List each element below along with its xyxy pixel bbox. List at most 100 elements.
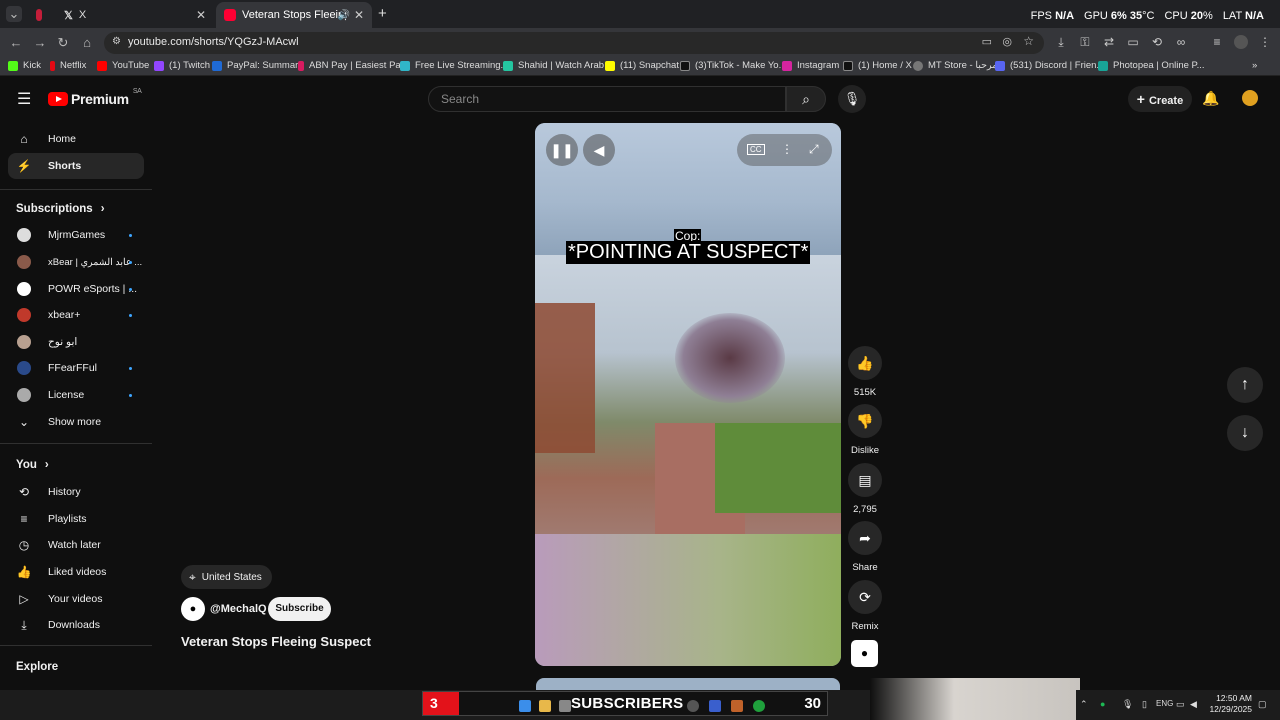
reading-list-icon[interactable]: ≡ xyxy=(1210,35,1224,49)
subscription-item[interactable]: License xyxy=(8,382,144,408)
channel-avatar[interactable]: ● xyxy=(181,597,205,621)
bookmarks-overflow-icon[interactable]: » xyxy=(1252,60,1257,71)
file-explorer-icon[interactable] xyxy=(539,700,551,712)
bookmark-x-home[interactable]: (1) Home / X xyxy=(843,60,912,71)
bookmark-netflix[interactable]: Netflix xyxy=(50,60,86,71)
previous-short-arrow-icon[interactable]: ↑ xyxy=(1227,367,1263,403)
install-app-icon[interactable]: ▭ xyxy=(982,35,992,48)
new-tab-button[interactable]: + xyxy=(378,5,387,22)
sidebar-item-downloads[interactable]: ⤓ Downloads xyxy=(8,612,144,638)
battery-icon[interactable]: ▯ xyxy=(1142,699,1147,710)
bookmark-youtube[interactable]: YouTube xyxy=(97,60,149,71)
tab-close-icon[interactable]: ✕ xyxy=(196,8,206,22)
subscribe-button[interactable]: Subscribe xyxy=(268,597,331,621)
card-icon[interactable]: ▭ xyxy=(1126,35,1140,49)
location-chip[interactable]: ⌖ United States xyxy=(181,565,272,589)
subscription-item[interactable]: xBear | عابد الشمري ... xyxy=(8,249,144,275)
account-avatar[interactable] xyxy=(1242,90,1258,106)
subscription-item[interactable]: ابو نوح xyxy=(8,329,144,355)
more-options-icon[interactable]: ⋮ xyxy=(781,142,793,156)
share-icon[interactable]: ➦ xyxy=(848,521,882,555)
taskbar-app-icon[interactable] xyxy=(687,700,699,712)
sidebar-item-liked-videos[interactable]: 👍 Liked videos xyxy=(8,559,144,585)
sidebar-item-history[interactable]: ⟲ History xyxy=(8,479,144,505)
taskbar-app-icon[interactable] xyxy=(559,700,571,712)
subscription-item[interactable]: xbear+ xyxy=(8,302,144,328)
search-input[interactable]: Search xyxy=(428,86,786,112)
subscription-item[interactable]: FFearFFul xyxy=(8,355,144,381)
home-icon[interactable]: ⌂ xyxy=(79,35,95,51)
network-icon[interactable]: ▭ xyxy=(1176,699,1185,710)
next-short-preview[interactable] xyxy=(536,678,840,690)
create-button[interactable]: + Create xyxy=(1128,86,1192,112)
notification-icon[interactable]: ▢ xyxy=(1258,699,1267,710)
system-clock[interactable]: 12:50 AM 12/29/2025 xyxy=(1206,693,1252,715)
forward-icon[interactable]: → xyxy=(32,35,48,51)
bookmark-instagram[interactable]: Instagram xyxy=(782,60,839,71)
taskbar-app-icon[interactable] xyxy=(731,700,743,712)
tab-1[interactable] xyxy=(28,2,56,28)
you-heading[interactable]: You › xyxy=(16,459,49,471)
comments-action[interactable]: ▤ 2,795 xyxy=(848,463,882,515)
pause-icon[interactable]: ❚❚ xyxy=(546,134,578,166)
xbox-icon[interactable] xyxy=(753,700,765,712)
youtube-premium-logo[interactable]: Premium SA xyxy=(48,88,142,107)
tab-x[interactable]: 𝕏 X ✕ xyxy=(56,2,214,28)
translate-icon[interactable]: ⇄ xyxy=(1102,35,1116,49)
sidebar-item-watch-later[interactable]: ◷ Watch later xyxy=(8,532,144,558)
tab-search-icon[interactable]: ⌄ xyxy=(6,6,22,22)
bookmark-paypal[interactable]: PayPal: Summary xyxy=(212,60,303,71)
tray-overflow-icon[interactable]: ⌃ xyxy=(1080,699,1088,710)
thumbs-up-icon[interactable]: 👍 xyxy=(848,346,882,380)
link-icon[interactable]: ∞ xyxy=(1174,35,1188,49)
microphone-icon[interactable]: 🎙 xyxy=(838,85,866,113)
bookmark-streaming[interactable]: Free Live Streaming... xyxy=(400,60,508,71)
show-more-button[interactable]: ⌄ Show more xyxy=(8,409,144,435)
site-info-icon[interactable]: ⚙ xyxy=(112,36,121,47)
bookmark-twitch[interactable]: (1) Twitch xyxy=(154,60,210,71)
thumbs-down-icon[interactable]: 👎 xyxy=(848,404,882,438)
address-bar[interactable]: ⚙ youtube.com/shorts/YQGzJ-MAcwl ▭ ◎ ☆ xyxy=(104,32,1044,54)
subscription-item[interactable]: MjrmGames xyxy=(8,222,144,248)
volume-icon[interactable]: ◀ xyxy=(1190,699,1197,710)
menu-kebab-icon[interactable]: ⋮ xyxy=(1258,35,1272,49)
bookmark-mt-store[interactable]: MT Store - مرحبا xyxy=(913,60,997,71)
bookmark-kick[interactable]: Kick xyxy=(8,60,41,71)
bookmark-discord[interactable]: (531) Discord | Frien... xyxy=(995,60,1104,71)
bookmark-abn[interactable]: ABN Pay | Easiest Pa... xyxy=(298,60,409,71)
comment-icon[interactable]: ▤ xyxy=(848,463,882,497)
reload-icon[interactable]: ↻ xyxy=(55,35,71,51)
download-icon[interactable]: ⤓ xyxy=(1054,35,1068,49)
volume-icon[interactable]: ◀ xyxy=(583,134,615,166)
channel-thumbnail-icon[interactable]: ● xyxy=(851,640,878,667)
sidebar-item-home[interactable]: ⌂ Home xyxy=(8,126,144,152)
language-indicator[interactable]: ENG xyxy=(1156,699,1173,708)
subscription-item[interactable]: POWR eSports | ... xyxy=(8,276,144,302)
profile-icon[interactable] xyxy=(1234,35,1248,49)
sidebar-item-shorts[interactable]: ⚡ Shorts xyxy=(8,153,144,179)
windows-start-icon[interactable] xyxy=(519,700,531,712)
tab-close-icon[interactable]: ✕ xyxy=(354,8,364,22)
video-title[interactable]: Veteran Stops Fleeing Suspect xyxy=(181,634,371,649)
channel-handle[interactable]: @MechalQ xyxy=(210,603,267,615)
fullscreen-icon[interactable]: ⤢ xyxy=(809,142,819,157)
next-short-arrow-icon[interactable]: ↓ xyxy=(1227,415,1263,451)
bookmark-star-icon[interactable]: ☆ xyxy=(1023,34,1034,48)
sidebar-item-your-videos[interactable]: ▷ Your videos xyxy=(8,586,144,612)
remix-icon[interactable]: ⟳ xyxy=(848,580,882,614)
search-icon[interactable]: ⌕ xyxy=(786,86,826,112)
back-icon[interactable]: ← xyxy=(8,35,24,51)
like-action[interactable]: 👍 515K xyxy=(848,346,882,398)
spotify-icon[interactable]: ● xyxy=(1100,699,1105,709)
remix-action[interactable]: ⟳ Remix xyxy=(848,580,882,632)
captions-icon[interactable]: CC xyxy=(747,144,765,155)
bookmark-shahid[interactable]: Shahid | Watch Arab... xyxy=(503,60,612,71)
taskbar-app-icon[interactable] xyxy=(709,700,721,712)
microphone-icon[interactable]: 🎙 xyxy=(1122,699,1133,710)
eye-off-icon[interactable]: ◎ xyxy=(1002,35,1012,48)
history-icon[interactable]: ⟲ xyxy=(1150,35,1164,49)
tab-youtube-active[interactable]: Veteran Stops Fleeing Susp 🔊 ✕ xyxy=(216,2,372,28)
bookmark-tiktok[interactable]: (3)TikTok - Make Yo... xyxy=(680,60,787,71)
bookmark-photopea[interactable]: Photopea | Online P... xyxy=(1098,60,1205,71)
tab-audio-icon[interactable]: 🔊 xyxy=(338,10,350,21)
